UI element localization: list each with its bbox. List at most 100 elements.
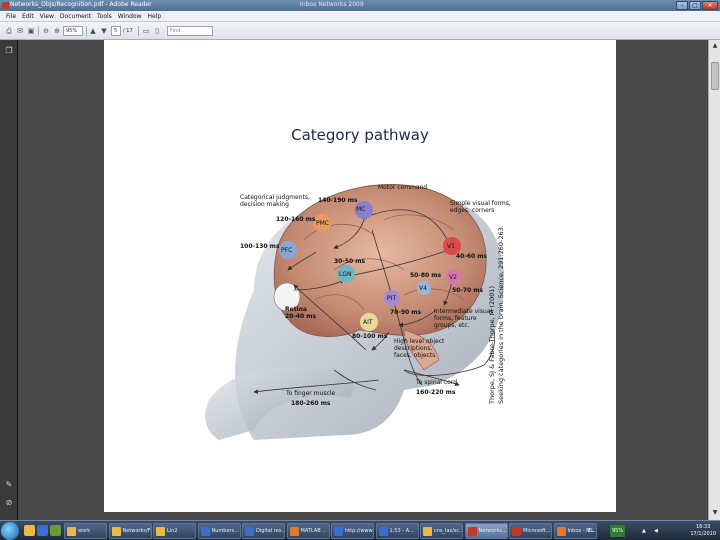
taskbar-app-icon <box>378 527 388 536</box>
label-pit: PIT <box>387 295 397 302</box>
label-time-120-160: 120-160 ms <box>276 216 316 223</box>
label-time-30-50: 30-50 ms <box>334 258 366 265</box>
taskbar-item[interactable]: Microsoft... <box>509 523 552 539</box>
adobe-reader-icon <box>2 2 9 9</box>
citation: Thorpe, SJ & Fabre-Thorpe, M (2001) Seek… <box>488 225 506 404</box>
minimize-button[interactable]: – <box>676 1 688 10</box>
monkey-brain-illustration <box>205 184 504 440</box>
taskbar-app-icon <box>200 527 210 536</box>
maximize-button[interactable]: □ <box>689 1 701 10</box>
app-icon[interactable] <box>50 525 61 536</box>
taskbar-item-label: Digital res... <box>256 528 285 534</box>
label-pfc: PFC <box>281 247 293 254</box>
system-tray: EL 95% ▲ ◀ 16:33 17/1/2010 <box>586 523 720 539</box>
taskbar-item-label: cns_las/sc... <box>434 528 463 534</box>
previous-page-icon[interactable]: ▲ <box>88 26 98 36</box>
taskbar-app-icon <box>467 527 477 536</box>
label-time-140-190: 140-190 ms <box>318 197 358 204</box>
taskbar-app-icon <box>556 527 566 536</box>
taskbar-item[interactable]: work <box>64 523 107 539</box>
menu-file[interactable]: File <box>6 13 16 20</box>
print-icon[interactable]: ⎙ <box>4 26 14 36</box>
navigation-panel: ❐ ✎ ⊘ <box>0 40 18 520</box>
browser-icon[interactable] <box>37 525 48 536</box>
citation-line-1: Thorpe, SJ & Fabre-Thorpe, M (2001) <box>488 285 496 404</box>
label-to-finger-muscle: To finger muscle <box>286 390 336 397</box>
taskbar-item-label: Networks... <box>478 528 507 534</box>
label-time-40-60: 40-60 ms <box>456 253 488 260</box>
label-v2: V2 <box>449 274 457 281</box>
label-time-50-80: 50-80 ms <box>410 272 442 279</box>
label-mc: MC <box>356 206 366 213</box>
taskbar-item[interactable]: 1.53 - A... <box>375 523 419 539</box>
find-input[interactable]: Find <box>167 26 213 36</box>
comments-icon[interactable]: ✎ <box>4 480 14 490</box>
label-intermediate-visual-forms: Intermediate visual forms, feature group… <box>434 308 493 329</box>
label-time-160-220: 160-220 ms <box>416 389 456 396</box>
vertical-scrollbar[interactable]: ▲ ▼ <box>708 40 720 520</box>
taskbar: work Networks/Ff... Lin2 Numbers... Digital … <box>0 520 720 540</box>
window-title-center: Inbox Networks 2009 <box>300 1 364 8</box>
taskbar-item-label: MATLAB ... <box>300 528 328 534</box>
taskbar-item[interactable]: http://www... <box>331 523 374 539</box>
taskbar-item-label: work <box>78 528 91 534</box>
menu-help[interactable]: Help <box>147 13 161 20</box>
page-number-input[interactable]: 5 <box>111 26 121 36</box>
start-button[interactable] <box>1 522 19 540</box>
taskbar-item[interactable]: MATLAB ... <box>286 523 330 539</box>
scroll-thumb[interactable] <box>711 62 719 90</box>
label-to-spinal-cord: To spinal cord <box>416 379 458 386</box>
zoom-out-icon[interactable]: ⊖ <box>41 26 51 36</box>
label-categorical-judgments: Categorical judgments, decision making <box>240 194 310 208</box>
taskbar-app-icon <box>111 527 121 536</box>
label-motor-command: Motor command <box>378 184 428 191</box>
taskbar-item[interactable]: Networks... <box>464 523 508 539</box>
label-time-70-90: 70-90 ms <box>390 309 422 316</box>
save-icon[interactable]: ▣ <box>26 26 36 36</box>
taskbar-item[interactable]: cns_las/sc... <box>420 523 463 539</box>
menu-edit[interactable]: Edit <box>22 13 34 20</box>
close-button[interactable]: ✕ <box>702 1 718 10</box>
taskbar-app-icon <box>67 527 76 536</box>
fit-page-icon[interactable]: ▭ <box>141 26 151 36</box>
pages-icon[interactable]: ❐ <box>4 46 14 56</box>
taskbar-app-icon <box>512 527 521 536</box>
label-time-180-260: 180-260 ms <box>291 400 331 407</box>
fit-width-icon[interactable]: ▯ <box>152 26 162 36</box>
taskbar-item[interactable]: Digital res... <box>242 523 285 539</box>
taskbar-item[interactable]: Lin2 <box>153 523 196 539</box>
network-icon[interactable]: ▲ <box>642 525 646 537</box>
menu-view[interactable]: View <box>40 13 54 20</box>
label-high-level-object: High level object descriptions, faces, o… <box>394 338 445 359</box>
taskbar-item-label: http://www... <box>345 528 374 534</box>
menu-document[interactable]: Document <box>60 13 91 20</box>
menu-tools[interactable]: Tools <box>97 13 112 20</box>
taskbar-item[interactable]: Networks/Ff... <box>108 523 152 539</box>
label-simple-visual-forms: Simple visual forms, edges, corners <box>450 200 511 214</box>
taskbar-app-icon <box>334 527 343 536</box>
reader-window: Networks_Objs/Recognition.pdf - Adobe Re… <box>0 0 720 520</box>
title-bar[interactable]: Networks_Objs/Recognition.pdf - Adobe Re… <box>0 0 720 11</box>
zoom-field[interactable]: 95% <box>63 26 83 36</box>
label-v4: V4 <box>419 285 427 292</box>
clock[interactable]: 16:33 17/1/2010 <box>690 524 716 538</box>
citation-line-2: Seeking categories in the brain. Science… <box>497 225 505 404</box>
clock-time: 16:33 <box>695 524 711 530</box>
folder-icon[interactable] <box>24 525 35 536</box>
taskbar-item[interactable]: Numbers... <box>197 523 241 539</box>
label-time-50-70: 50-70 ms <box>452 287 484 294</box>
label-ait: AIT <box>363 319 373 326</box>
toolbar-separator <box>38 26 39 36</box>
toolbar-separator <box>86 26 87 36</box>
label-lgn: LGN <box>339 271 352 278</box>
language-indicator[interactable]: EL <box>588 525 594 537</box>
attachment-icon[interactable]: ⊘ <box>4 498 14 508</box>
scroll-up-icon[interactable]: ▲ <box>710 41 720 51</box>
battery-indicator[interactable]: 95% <box>610 525 626 537</box>
next-page-icon[interactable]: ▼ <box>99 26 109 36</box>
email-icon[interactable]: ✉ <box>15 26 25 36</box>
zoom-in-icon[interactable]: ⊕ <box>52 26 62 36</box>
volume-icon[interactable]: ◀ <box>654 525 658 537</box>
scroll-down-icon[interactable]: ▼ <box>710 508 720 518</box>
menu-window[interactable]: Window <box>118 13 142 20</box>
